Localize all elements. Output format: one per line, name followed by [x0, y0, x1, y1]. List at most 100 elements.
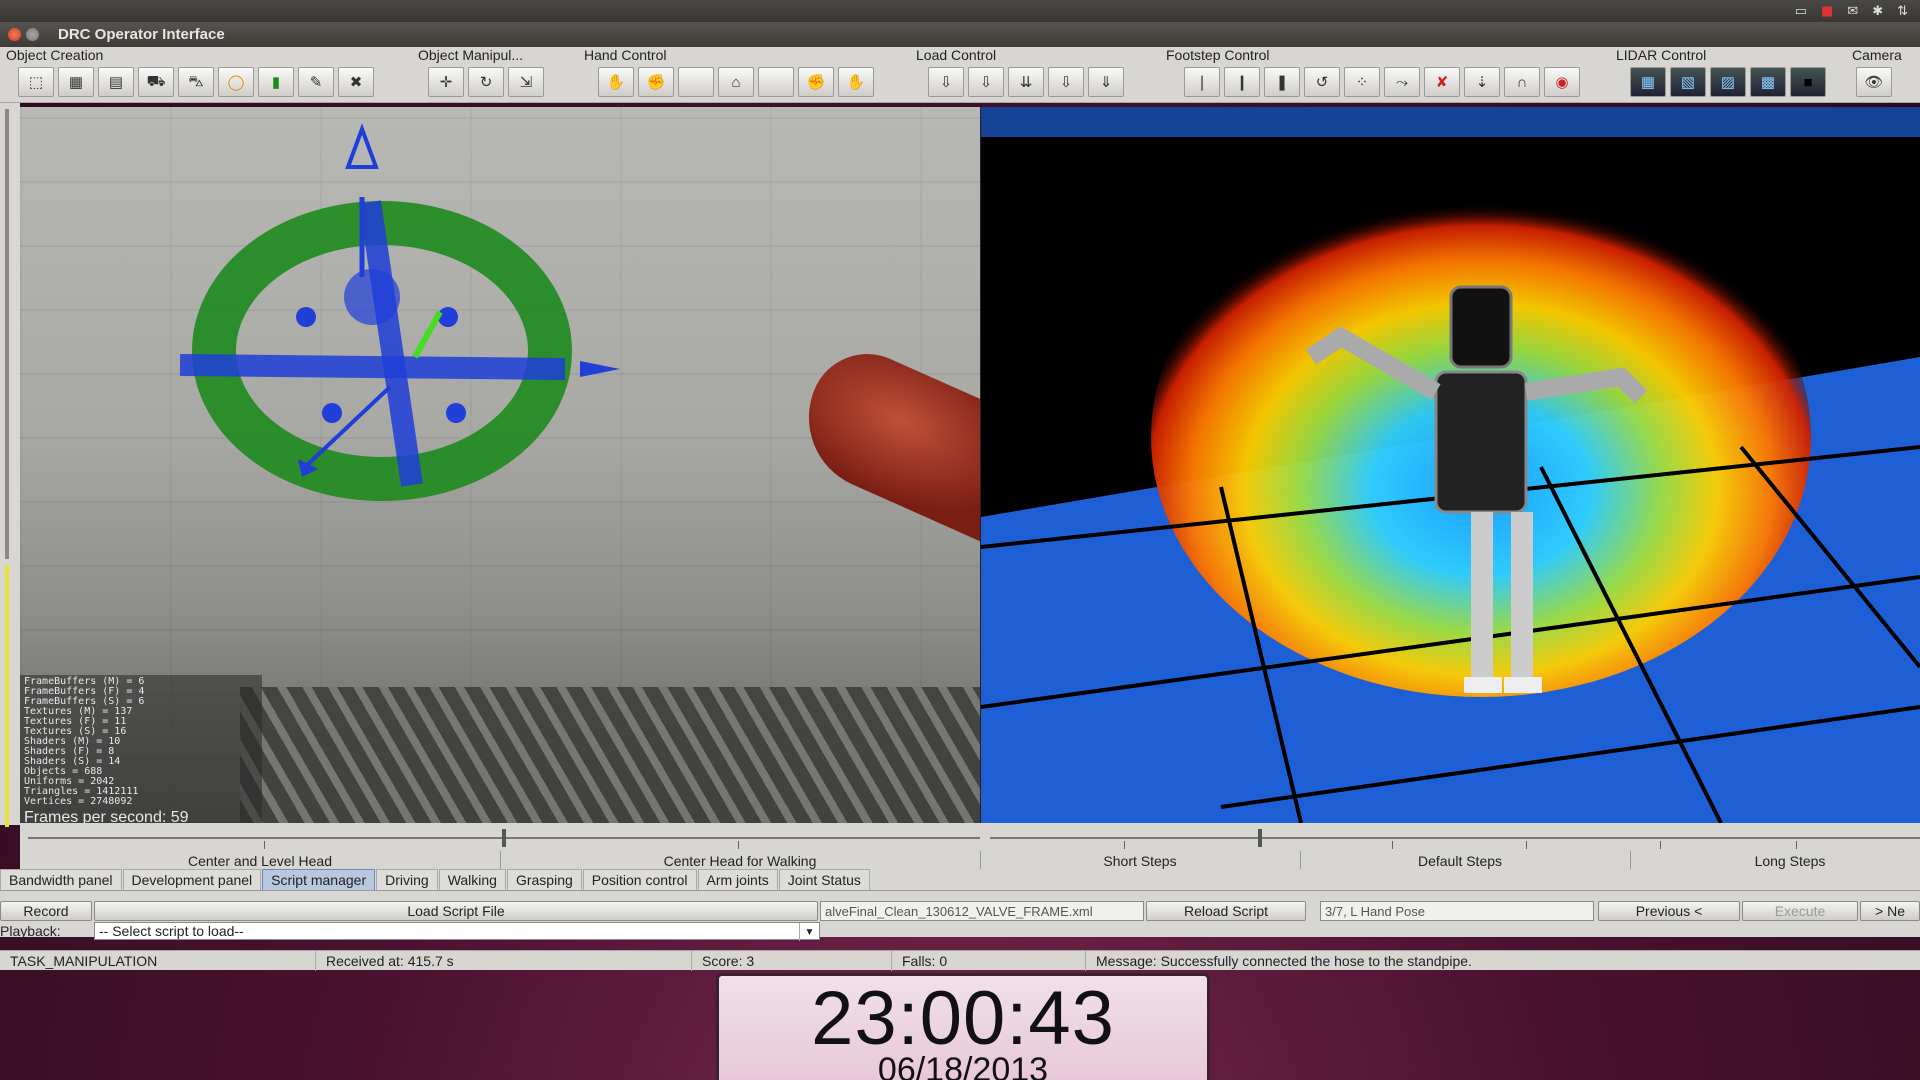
footstep-cancel-icon[interactable]: ✘: [1424, 67, 1460, 97]
box-object-icon[interactable]: ▦: [58, 67, 94, 97]
rotate-icon[interactable]: ↻: [468, 67, 504, 97]
lidar-enable-icon[interactable]: ▨: [1710, 67, 1746, 97]
lidar-scan-icon[interactable]: ▦: [1630, 67, 1666, 97]
next-step-button[interactable]: > Ne: [1860, 901, 1920, 921]
head-slider-knob[interactable]: [502, 829, 506, 847]
toolbar-group-load-control: Load Control ⇩ ⇩ ⇊ ⇩ ⇓: [910, 47, 1160, 103]
manipulator-center[interactable]: [344, 269, 400, 325]
hand-close-icon[interactable]: ✊: [638, 67, 674, 97]
center-level-head-label: Center and Level Head: [188, 853, 332, 869]
load-all-icon[interactable]: ⇓: [1088, 67, 1124, 97]
bluetooth-icon[interactable]: ✱: [1872, 4, 1883, 19]
short-steps-label: Short Steps: [1103, 853, 1177, 869]
camera-eye-icon[interactable]: 👁: [1856, 67, 1892, 97]
score-readout: Score: 3: [692, 951, 892, 971]
tab-driving[interactable]: Driving: [376, 869, 438, 890]
tab-bandwidth-panel[interactable]: Bandwidth panel: [0, 869, 122, 890]
toolbar-group-label: LIDAR Control: [1616, 47, 1707, 63]
record-button[interactable]: Record: [0, 901, 92, 921]
render-stats-overlay: FrameBuffers (M) = 6 FrameBuffers (F) = …: [20, 675, 262, 823]
fps-readout: Frames per second: 59: [24, 809, 189, 823]
step-slider-knob[interactable]: [1258, 829, 1262, 847]
hand-close2-icon[interactable]: ✊: [798, 67, 834, 97]
vehicle-object-icon[interactable]: ⛟: [138, 67, 174, 97]
reload-script-button[interactable]: Reload Script: [1146, 901, 1306, 921]
footstep-pattern-icon[interactable]: ⁘: [1344, 67, 1380, 97]
hand-blank2-icon[interactable]: [758, 67, 794, 97]
footstep-turn-icon[interactable]: ↺: [1304, 67, 1340, 97]
cylinder-object-icon[interactable]: ▮: [258, 67, 294, 97]
update-vehicle-icon[interactable]: ⛍: [178, 67, 214, 97]
tab-arm-joints[interactable]: Arm joints: [697, 869, 778, 890]
footstep-left-icon[interactable]: ❘: [1184, 67, 1220, 97]
hand-blank-icon[interactable]: [678, 67, 714, 97]
translate-icon[interactable]: ✛: [428, 67, 464, 97]
axis-x-bar[interactable]: [179, 354, 566, 380]
robot-3d-scene[interactable]: [981, 107, 1920, 823]
robot-3d-viewport[interactable]: [981, 107, 1920, 823]
step-slider-track[interactable]: [990, 837, 1920, 839]
lidar-clear-icon[interactable]: ▧: [1670, 67, 1706, 97]
network-icon[interactable]: ⇅: [1897, 4, 1908, 19]
tab-position-control[interactable]: Position control: [582, 869, 697, 890]
torus-object-icon[interactable]: ◯: [218, 67, 254, 97]
left-scroll-track[interactable]: [5, 109, 9, 559]
tab-development-panel[interactable]: Development panel: [122, 869, 262, 890]
load-script-file-button[interactable]: Load Script File: [94, 901, 818, 921]
hand-place2-icon[interactable]: ✋: [838, 67, 874, 97]
footstep-right-icon[interactable]: ❙: [1224, 67, 1260, 97]
script-file-field[interactable]: alveFinal_Clean_130612_VALVE_FRAME.xml: [820, 901, 1144, 921]
footstep-blind-icon[interactable]: ◉: [1544, 67, 1580, 97]
script-manager-panel: Record Load Script File alveFinal_Clean_…: [0, 891, 1920, 941]
load-arm-icon[interactable]: ⇩: [968, 67, 1004, 97]
axis-x-arrow-icon[interactable]: [580, 361, 620, 377]
lidar-stereo-icon[interactable]: ▩: [1750, 67, 1786, 97]
load-hand-icon[interactable]: ⇩: [928, 67, 964, 97]
footstep-pair-icon[interactable]: ❚: [1264, 67, 1300, 97]
script-step-field[interactable]: 3/7, L Hand Pose: [1320, 901, 1594, 921]
long-steps-label: Long Steps: [1754, 853, 1826, 869]
load-leg-icon[interactable]: ⇩: [1048, 67, 1084, 97]
load-both-icon[interactable]: ⇊: [1008, 67, 1044, 97]
keyboard-indicator-icon[interactable]: ▭: [1795, 4, 1807, 19]
drill-object-icon[interactable]: ✎: [298, 67, 334, 97]
footstep-snap-icon[interactable]: ⇣: [1464, 67, 1500, 97]
lidar-off-icon[interactable]: ■: [1790, 67, 1826, 97]
previous-step-button[interactable]: Previous <: [1598, 901, 1740, 921]
battery-icon[interactable]: ■: [1821, 4, 1833, 19]
grasp-point[interactable]: [446, 403, 466, 423]
footstep-path-icon[interactable]: ⤳: [1384, 67, 1420, 97]
minimize-window-button[interactable]: [26, 28, 39, 41]
toolbar-group-label: Object Manipul...: [418, 47, 524, 63]
grasp-point[interactable]: [296, 307, 316, 327]
playback-script-select[interactable]: -- Select script to load-- ▼: [94, 922, 820, 941]
toolbar-group-object-manipulation: Object Manipul... ✛ ↻ ⇲: [412, 47, 578, 103]
select-tool-icon[interactable]: ⬚: [18, 67, 54, 97]
close-window-button[interactable]: [8, 28, 21, 41]
grasp-point[interactable]: [322, 403, 342, 423]
grid-object-icon[interactable]: ▤: [98, 67, 134, 97]
default-steps-label: Default Steps: [1417, 853, 1503, 869]
hand-place-icon[interactable]: ✋: [598, 67, 634, 97]
camera-viewport[interactable]: FrameBuffers (M) = 6 FrameBuffers (F) = …: [20, 107, 980, 823]
align-icon[interactable]: ⇲: [508, 67, 544, 97]
ceiling-strip: [981, 107, 1920, 137]
chevron-down-icon[interactable]: ▼: [799, 923, 819, 941]
grasp-point[interactable]: [438, 307, 458, 327]
received-time: Received at: 415.7 s: [316, 951, 692, 971]
delete-object-icon[interactable]: ✖: [338, 67, 374, 97]
footstep-loop-icon[interactable]: ∩: [1504, 67, 1540, 97]
tab-walking[interactable]: Walking: [438, 869, 506, 890]
tab-joint-status[interactable]: Joint Status: [778, 869, 870, 890]
playback-select-value: -- Select script to load--: [99, 923, 244, 939]
system-top-bar: ▭ ■ ✉ ✱ ⇅: [0, 0, 1920, 22]
competition-clock: 23:00:43 06/18/2013: [716, 973, 1210, 1080]
hand-home-icon[interactable]: ⌂: [718, 67, 754, 97]
axis-z-arrow-icon[interactable]: [345, 123, 379, 169]
tab-grasping[interactable]: Grasping: [506, 869, 582, 890]
main-toolbar: Object Creation ⬚ ▦ ▤ ⛟ ⛍ ◯ ▮ ✎ ✖ Object…: [0, 47, 1920, 103]
execute-step-button[interactable]: Execute: [1742, 901, 1858, 921]
mail-icon[interactable]: ✉: [1847, 4, 1858, 19]
tab-script-manager[interactable]: Script manager: [262, 869, 376, 890]
stat-line: Vertices = 2748092: [24, 796, 133, 807]
